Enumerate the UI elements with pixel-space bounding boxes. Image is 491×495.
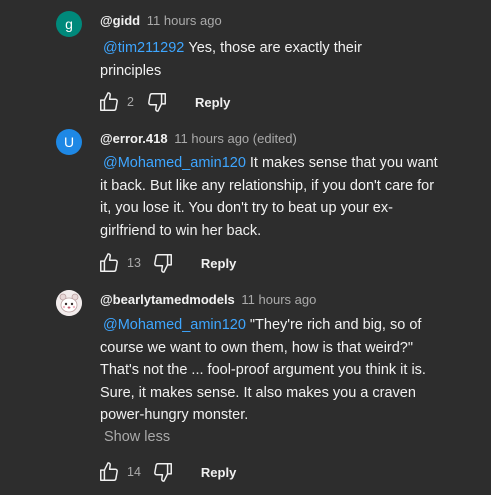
mention-link[interactable]: @Mohamed_amin120 [103, 317, 246, 333]
comment-text: @Mohamed_amin120 "They're rich and big, s… [100, 314, 450, 427]
like-button[interactable] [97, 90, 121, 114]
reply-button[interactable]: Reply [201, 465, 236, 480]
like-count: 2 [127, 95, 134, 109]
thumbs-up-icon [100, 92, 118, 111]
avatar-letter: g [65, 16, 73, 32]
like-button[interactable] [97, 251, 121, 275]
avatar[interactable]: U [56, 129, 82, 155]
comment-actions: 14 Reply [97, 460, 236, 484]
avatar[interactable]: g [56, 11, 82, 37]
comment-author[interactable]: @gidd [100, 13, 140, 28]
avatar[interactable] [56, 290, 82, 316]
comment-text: @tim211292 Yes, those are exactly their p… [100, 37, 400, 82]
thumbs-up-icon [100, 253, 118, 272]
comment-actions: 13 Reply [97, 251, 236, 275]
mention-link[interactable]: @tim211292 [103, 40, 184, 56]
bear-avatar-icon [56, 290, 82, 316]
comment-header: @gidd 11 hours ago [100, 13, 222, 28]
comment-author[interactable]: @error.418 [100, 131, 168, 146]
mention-link[interactable]: @Mohamed_amin120 [103, 155, 246, 171]
like-count: 14 [127, 465, 141, 479]
comment-thread: g @gidd 11 hours ago @tim211292 Yes, thos… [0, 0, 491, 495]
reply-button[interactable]: Reply [201, 256, 236, 271]
thumbs-down-icon [148, 93, 166, 112]
show-less-button[interactable]: Show less [104, 429, 170, 445]
comment-text: @Mohamed_amin120 It makes sense that you … [100, 152, 445, 242]
thumbs-down-icon [153, 463, 172, 482]
dislike-button[interactable] [145, 90, 169, 114]
comment-header: @bearlytamedmodels 11 hours ago [100, 292, 316, 307]
dislike-button[interactable] [151, 460, 175, 484]
comment-header: @error.418 11 hours ago (edited) [100, 131, 297, 146]
avatar-letter: U [63, 134, 75, 150]
comment-timestamp[interactable]: 11 hours ago (edited) [174, 131, 297, 146]
comment-timestamp[interactable]: 11 hours ago [147, 13, 222, 28]
reply-button[interactable]: Reply [195, 95, 230, 110]
thumbs-up-icon [100, 462, 118, 481]
comment-timestamp[interactable]: 11 hours ago [241, 292, 316, 307]
like-button[interactable] [97, 460, 121, 484]
comment-actions: 2 Reply [97, 90, 230, 114]
dislike-button[interactable] [151, 251, 175, 275]
thumbs-down-icon [153, 254, 172, 273]
like-count: 13 [127, 256, 141, 270]
comment-author[interactable]: @bearlytamedmodels [100, 292, 235, 307]
